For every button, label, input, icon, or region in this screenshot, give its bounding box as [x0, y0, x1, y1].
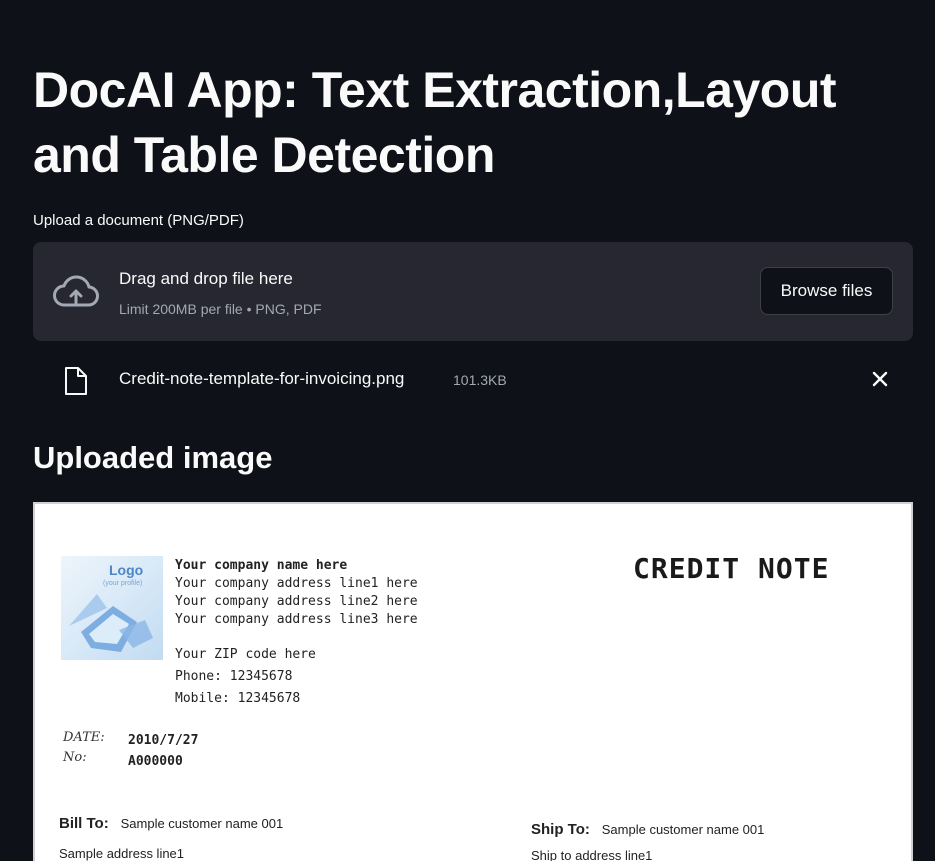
ship-to-label: Ship To: [531, 821, 590, 838]
date-label: DATE: [63, 730, 105, 745]
company-mobile: Mobile: 12345678 [175, 691, 301, 706]
upload-limit-text: Limit 200MB per file • PNG, PDF [119, 301, 322, 317]
credit-note-heading: CREDIT NOTE [633, 552, 830, 585]
company-info: Your company name here Your company addr… [175, 557, 418, 629]
company-address-line: Your company address line2 here [175, 594, 418, 609]
company-address-line: Your company address line3 here [175, 612, 418, 627]
company-zip: Your ZIP code here [175, 647, 316, 662]
ship-to-address: Ship to address line1 [531, 848, 653, 861]
bill-to-name: Sample customer name 001 [120, 816, 284, 831]
company-address-line: Your company address line1 here [175, 576, 418, 591]
upload-label: Upload a document (PNG/PDF) [33, 212, 244, 229]
ship-to-block: Ship To: Sample customer name 001 Ship t… [531, 816, 764, 861]
meta-labels: DATE: No: [63, 728, 105, 768]
uploaded-file-size: 101.3KB [453, 372, 507, 388]
ship-to-name: Sample customer name 001 [601, 822, 765, 837]
bill-to-address: Sample address line1 [59, 846, 185, 861]
uploaded-image-heading: Uploaded image [33, 440, 273, 475]
page-title: DocAI App: Text Extraction,Layout and Ta… [33, 62, 837, 183]
document-logo: Logo (your profile) [61, 556, 163, 660]
date-value: 2010/7/27 [128, 733, 199, 748]
app-page: DocAI App: Text Extraction,Layout and Ta… [0, 0, 935, 861]
number-label: No: [63, 750, 87, 765]
uploaded-file-name: Credit-note-template-for-invoicing.png [119, 369, 405, 388]
company-phone: Phone: 12345678 [175, 669, 293, 684]
drop-instructions: Drag and drop file here [119, 269, 293, 288]
logo-text: Logo [109, 562, 144, 578]
cloud-upload-icon [53, 275, 99, 307]
meta-values: 2010/7/27 A000000 [128, 730, 198, 772]
bill-to-block: Bill To: Sample customer name 001 Sample… [59, 808, 283, 861]
company-name: Your company name here [175, 558, 348, 573]
bill-to-label: Bill To: [59, 815, 109, 832]
file-icon [65, 367, 87, 395]
uploaded-file-row: Credit-note-template-for-invoicing.png 1… [33, 360, 913, 400]
number-value: A000000 [128, 754, 183, 769]
logo-graphic-icon [69, 594, 153, 652]
company-contact: Your ZIP code here Phone: 12345678 Mobil… [175, 644, 316, 710]
uploaded-document-image: Logo (your profile) Your company name he… [33, 502, 913, 861]
file-dropzone[interactable]: Drag and drop file here Limit 200MB per … [33, 242, 913, 341]
browse-files-button[interactable]: Browse files [760, 267, 893, 315]
close-icon[interactable] [871, 370, 889, 388]
